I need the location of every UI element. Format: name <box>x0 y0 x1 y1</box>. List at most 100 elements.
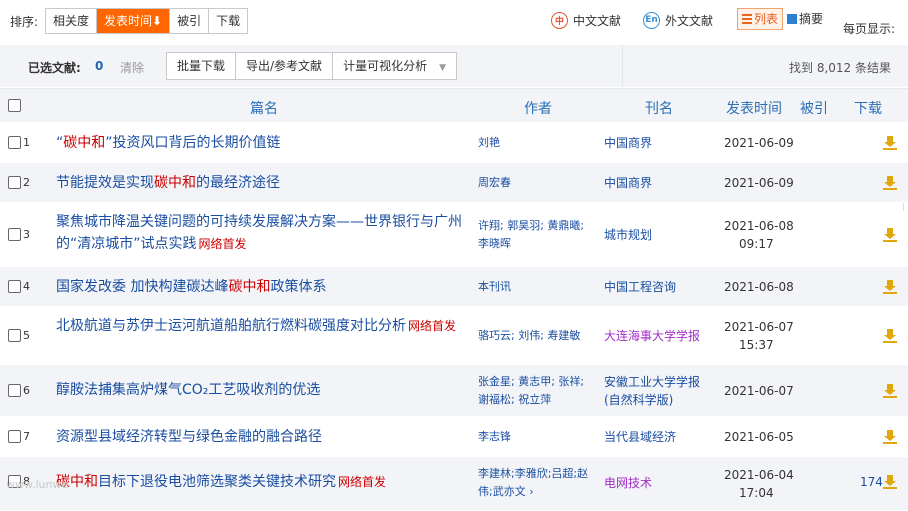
row-checkbox[interactable] <box>8 176 21 189</box>
chinese-lang-icon: 中 <box>551 11 568 29</box>
row-number: 7 <box>23 430 30 443</box>
download-icon[interactable] <box>883 136 897 150</box>
row-number: 1 <box>23 136 30 149</box>
journal-link[interactable]: 中国商界 <box>604 134 716 152</box>
author-link[interactable]: 骆巧云; 刘伟; 寿建敏 <box>478 327 598 345</box>
title-text: 北极航道与苏伊士运河航道船舶航行燃料碳强度对比分析 <box>56 318 406 334</box>
article-title-link[interactable]: 聚焦城市降温关键问题的可持续发展解决方案——世界银行与广州的“清凉城市”试点实践… <box>56 211 474 255</box>
download-icon[interactable] <box>883 475 897 489</box>
divider <box>622 45 623 87</box>
summary-view-button[interactable]: 摘要 <box>783 8 827 30</box>
journal-link[interactable]: 中国商界 <box>604 174 716 192</box>
visual-analysis-label: 计量可视化分析 <box>343 59 428 73</box>
column-journal[interactable]: 刊名 <box>645 98 673 118</box>
title-highlight: 碳中和 <box>154 175 196 191</box>
author-link[interactable]: 刘艳 <box>478 134 598 152</box>
sort-cited-button[interactable]: 被引 <box>170 9 210 33</box>
article-title-link[interactable]: 碳中和目标下退役电池筛选聚类关键技术研究 网络首发 <box>56 471 474 493</box>
column-date[interactable]: 发表时间 <box>726 98 782 118</box>
journal-link[interactable]: 电网技术 <box>604 474 716 492</box>
table-row: 6 醇胺法捕集高炉煤气CO₂工艺吸收剂的优选 张金星; 黄志甲; 张祥; 谢福松… <box>0 365 908 417</box>
journal-link[interactable]: 大连海事大学学报 <box>604 327 716 345</box>
summary-view-label: 摘要 <box>799 12 824 26</box>
download-icon[interactable] <box>883 329 897 343</box>
author-link[interactable]: 张金星; 黄志甲; 张祥; 谢福松; 祝立萍 <box>478 373 598 409</box>
row-checkbox[interactable] <box>8 136 21 149</box>
table-row: 5 北极航道与苏伊士运河航道船舶航行燃料碳强度对比分析 网络首发 骆巧云; 刘伟;… <box>0 307 908 365</box>
english-lang-icon: En <box>643 11 660 29</box>
row-checkbox[interactable] <box>8 329 21 342</box>
download-icon[interactable] <box>883 430 897 444</box>
article-title-link[interactable]: 醇胺法捕集高炉煤气CO₂工艺吸收剂的优选 <box>56 379 474 401</box>
online-first-tag: 网络首发 <box>338 475 387 489</box>
selected-count: 0 <box>95 59 104 73</box>
view-toggle: 列表 摘要 <box>737 8 827 30</box>
table-row: 4 国家发改委 加快构建碳达峰碳中和政策体系 本刊讯 中国工程咨询 2021-0… <box>0 267 908 307</box>
row-checkbox[interactable] <box>8 280 21 293</box>
selected-label: 已选文献: <box>28 61 81 75</box>
author-link[interactable]: 本刊讯 <box>478 278 598 296</box>
batch-download-button[interactable]: 批量下载 <box>167 53 237 79</box>
row-number: 6 <box>23 384 30 397</box>
publish-date: 2021-06-05 <box>724 430 794 444</box>
article-title-link[interactable]: “碳中和”投资风口背后的长期价值链 <box>56 132 474 154</box>
column-download[interactable]: 下载 <box>854 98 882 118</box>
column-author[interactable]: 作者 <box>524 98 552 118</box>
title-text: 目标下退役电池筛选聚类关键技术研究 <box>98 474 336 490</box>
publish-date: 2021-06-04 17:04 <box>724 466 794 502</box>
title-text: 醇胺法捕集高炉煤气CO₂工艺吸收剂的优选 <box>56 382 321 398</box>
title-text: 政策体系 <box>270 279 327 295</box>
publish-date: 2021-06-07 15:37 <box>724 318 794 354</box>
table-row: 8 碳中和目标下退役电池筛选聚类关键技术研究 网络首发 李建林;李雅欣;吕超;赵伟… <box>0 457 908 511</box>
list-view-label: 列表 <box>754 12 779 26</box>
clear-selection-button[interactable]: 清除 <box>120 59 144 76</box>
sort-download-button[interactable]: 下载 <box>209 9 248 33</box>
result-count: 找到 8,012 条结果 <box>789 61 891 75</box>
batch-actions: 批量下载 导出/参考文献 计量可视化分析 ▼ <box>166 52 457 80</box>
title-text: ”投资风口背后的长期价值链 <box>105 135 281 151</box>
list-view-button[interactable]: 列表 <box>737 8 784 30</box>
date-text: 2021-06-04 <box>724 468 794 482</box>
author-link[interactable]: 李建林;李雅欣;吕超;赵伟;武亦文 › <box>478 465 598 501</box>
download-icon[interactable] <box>883 176 897 190</box>
journal-link[interactable]: 城市规划 <box>604 226 716 244</box>
title-highlight: 碳中和 <box>228 279 271 295</box>
journal-link[interactable]: 安徽工业大学学报(自然科学版) <box>604 373 716 409</box>
author-link[interactable]: 李志锋 <box>478 428 598 446</box>
article-title-link[interactable]: 国家发改委 加快构建碳达峰碳中和政策体系 <box>56 276 474 298</box>
row-number: 2 <box>23 176 30 189</box>
date-text: 2021-06-07 <box>724 320 794 334</box>
sort-options: 相关度 发表时间⬇ 被引 下载 <box>45 8 249 34</box>
table-header: 篇名 作者 刊名 发表时间 被引 下载 <box>0 88 908 211</box>
download-count: 174 <box>860 475 883 489</box>
author-link[interactable]: 周宏春 <box>478 174 598 192</box>
select-all-checkbox[interactable] <box>8 99 21 112</box>
title-text: 的最经济途径 <box>196 175 280 191</box>
row-number: 3 <box>23 228 30 241</box>
caret-down-icon: ▼ <box>439 63 446 73</box>
sort-date-button[interactable]: 发表时间⬇ <box>97 9 171 33</box>
column-cited[interactable]: 被引 <box>800 98 828 118</box>
foreign-literature-label: 外文文献 <box>665 13 714 28</box>
publish-date: 2021-06-07 <box>724 384 794 398</box>
column-title[interactable]: 篇名 <box>250 98 278 118</box>
time-text: 09:17 <box>739 237 774 251</box>
download-icon[interactable] <box>883 280 897 294</box>
download-icon[interactable] <box>883 228 897 242</box>
visual-analysis-dropdown[interactable]: 计量可视化分析 ▼ <box>333 53 456 79</box>
row-checkbox[interactable] <box>8 228 21 241</box>
foreign-literature-link[interactable]: En 外文文献 <box>643 10 713 30</box>
sort-relevance-button[interactable]: 相关度 <box>46 9 98 33</box>
article-title-link[interactable]: 北极航道与苏伊士运河航道船舶航行燃料碳强度对比分析 网络首发 <box>56 315 474 337</box>
article-title-link[interactable]: 节能提效是实现碳中和的最经济途径 <box>56 172 474 194</box>
journal-link[interactable]: 中国工程咨询 <box>604 278 716 296</box>
journal-link[interactable]: 当代县域经济 <box>604 428 716 446</box>
article-title-link[interactable]: 资源型县域经济转型与绿色金融的融合路径 <box>56 426 474 448</box>
row-checkbox[interactable] <box>8 384 21 397</box>
row-checkbox[interactable] <box>8 430 21 443</box>
download-icon[interactable] <box>883 384 897 398</box>
chinese-literature-link[interactable]: 中 中文文献 <box>551 10 621 30</box>
title-text: 聚焦城市降温关键问题的可持续发展解决方案——世界银行与广州的“清凉城市”试点实践 <box>56 214 462 252</box>
export-reference-button[interactable]: 导出/参考文献 <box>236 53 334 79</box>
author-link[interactable]: 许翔; 郭昊羽; 黄鼎曦; 李晓晖 <box>478 217 598 253</box>
